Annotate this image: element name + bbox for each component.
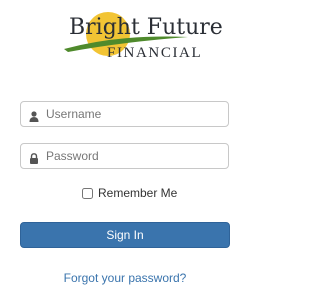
forgot-password-link[interactable]: Forgot your password? — [0, 271, 250, 285]
remember-me-checkbox[interactable] — [82, 187, 93, 199]
remember-me-option[interactable]: Remember Me — [82, 185, 177, 201]
user-icon — [29, 109, 39, 122]
password-field[interactable] — [20, 143, 229, 169]
sign-in-button[interactable]: Sign In — [20, 222, 230, 248]
company-logo: Bright Future FINANCIAL — [60, 4, 223, 64]
remember-me-label: Remember Me — [98, 186, 178, 200]
login-page: Bright Future FINANCIAL Remember Me Sign… — [0, 0, 250, 300]
logo-wordmark-line2: FINANCIAL — [107, 45, 203, 61]
lock-icon — [29, 151, 39, 164]
logo-wordmark-line1: Bright Future — [69, 15, 223, 40]
username-field[interactable] — [20, 101, 229, 127]
password-input[interactable] — [46, 144, 224, 168]
username-input[interactable] — [46, 102, 224, 126]
